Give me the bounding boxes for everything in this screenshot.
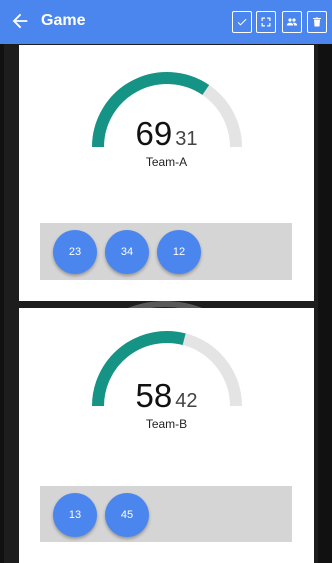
arrow-back-icon[interactable] (9, 10, 31, 32)
page-title: Game (41, 12, 86, 29)
team-score: 69 (135, 115, 173, 152)
delete-icon (313, 17, 321, 27)
team-name: Team-B (145, 417, 188, 431)
team-card-a: 69 31 Team-A 23 34 12 (19, 45, 314, 301)
confirm-button[interactable] (232, 11, 252, 33)
delete-button[interactable] (307, 11, 327, 33)
player-chip[interactable]: 45 (105, 493, 149, 537)
fullscreen-button[interactable] (256, 11, 276, 33)
opponent-score: 31 (175, 128, 198, 150)
game-content[interactable]: 69 31 Team-A 23 34 12 58 42 Team-B 13 45 (0, 44, 332, 563)
player-chip[interactable]: 13 (53, 493, 97, 537)
team-score: 58 (135, 377, 173, 414)
players-button[interactable] (282, 11, 302, 33)
left-edge (0, 44, 4, 563)
check-icon (237, 18, 247, 26)
team-card-b: 58 42 Team-B 13 45 (19, 308, 314, 563)
score-row: 69 31 (19, 115, 314, 153)
scroll-track (318, 44, 332, 563)
player-tray[interactable]: 13 45 (40, 486, 292, 542)
fullscreen-icon (261, 17, 271, 27)
player-chip[interactable]: 12 (157, 230, 201, 274)
score-row: 58 42 (19, 377, 314, 415)
player-tray[interactable]: 23 34 12 (40, 223, 292, 280)
team-name: Team-A (145, 155, 188, 169)
app-bar: Game (0, 0, 332, 44)
player-chip[interactable]: 34 (105, 230, 149, 274)
people-icon (286, 18, 298, 26)
opponent-score: 42 (175, 390, 198, 412)
player-chip[interactable]: 23 (53, 230, 97, 274)
